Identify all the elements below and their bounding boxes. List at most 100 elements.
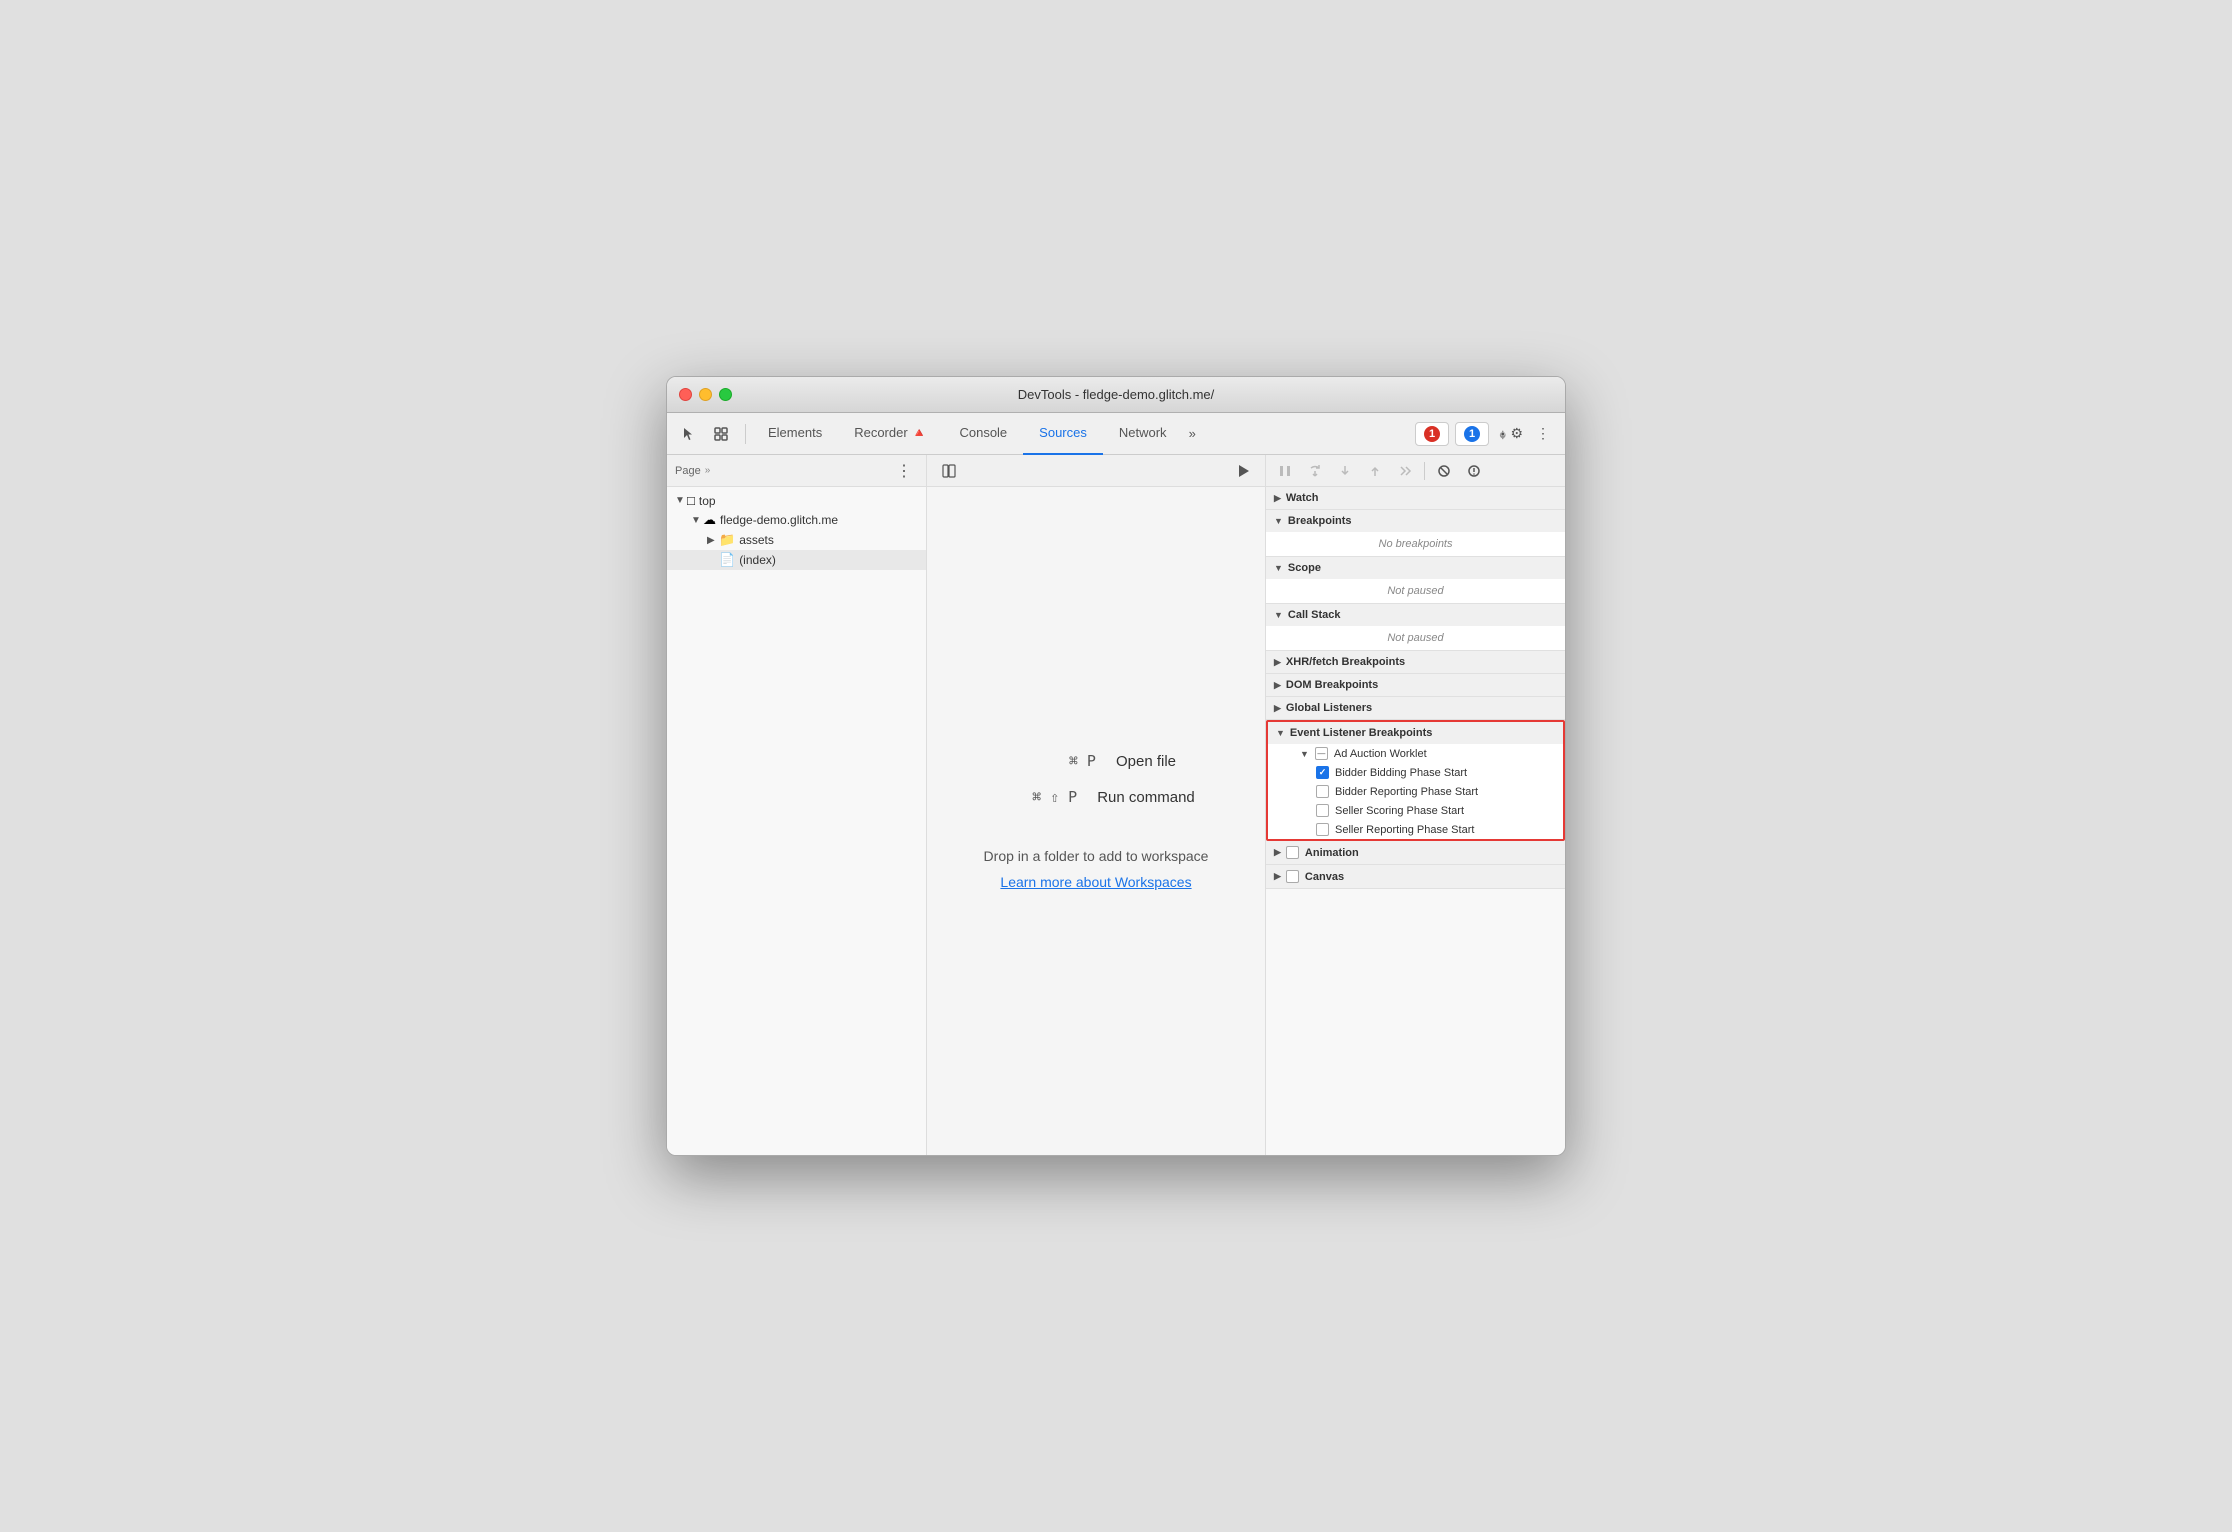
shortcut-key-1: ⌘ P	[1016, 752, 1096, 770]
panel-actions: ⋮	[890, 457, 918, 485]
group-label: Ad Auction Worklet	[1334, 748, 1427, 760]
tree-label-top: top	[699, 494, 716, 508]
elb-checkbox-bidder-reporting[interactable]	[1316, 785, 1329, 798]
tab-sources[interactable]: Sources	[1023, 413, 1103, 455]
section-global-listeners: ▶ Global Listeners	[1266, 697, 1565, 720]
animation-checkbox[interactable]	[1286, 846, 1299, 859]
xhr-arrow-icon: ▶	[1274, 657, 1281, 668]
pause-btn[interactable]	[1272, 458, 1298, 484]
run-btn[interactable]	[1229, 457, 1257, 485]
elb-item-seller-reporting[interactable]: Seller Reporting Phase Start	[1268, 820, 1563, 839]
deactivate-btn[interactable]	[1431, 458, 1457, 484]
error-count-badge: 1	[1424, 426, 1440, 442]
file-icon: 📄	[719, 552, 735, 568]
group-ad-auction[interactable]: ▼ Ad Auction Worklet	[1268, 744, 1563, 763]
elb-checkbox-bidder-bidding[interactable]	[1316, 766, 1329, 779]
section-canvas-header[interactable]: ▶ Canvas	[1266, 865, 1565, 888]
tree-item-index[interactable]: ▶ 📄 (index)	[667, 550, 926, 570]
scope-arrow-icon: ▼	[1274, 563, 1283, 573]
elb-item-bidder-reporting[interactable]: Bidder Reporting Phase Start	[1268, 782, 1563, 801]
canvas-label: Canvas	[1305, 871, 1344, 883]
error-badge-button[interactable]: 1	[1415, 422, 1449, 446]
call-stack-body: Not paused	[1266, 626, 1565, 650]
section-scope-header[interactable]: ▼ Scope	[1266, 557, 1565, 579]
folder-blue-icon: 📁	[719, 532, 735, 548]
middle-panel: ⌘ P Open file ⌘ ⇧ P Run command Drop in …	[927, 455, 1265, 1155]
left-panel: Page » ⋮ ▼ □ top ▼ ☁ fledge-demo.glitch.…	[667, 455, 927, 1155]
elb-label: Event Listener Breakpoints	[1290, 727, 1432, 739]
section-call-stack: ▼ Call Stack Not paused	[1266, 604, 1565, 651]
info-count-badge: 1	[1464, 426, 1480, 442]
shortcut-desc-2: Run command	[1097, 789, 1195, 806]
elb-checkbox-seller-scoring[interactable]	[1316, 804, 1329, 817]
shortcut-row-2: ⌘ ⇧ P Run command	[997, 788, 1195, 806]
pause-exception-btn[interactable]	[1461, 458, 1487, 484]
cursor-icon-btn[interactable]	[675, 420, 703, 448]
title-bar: DevTools - fledge-demo.glitch.me/	[667, 377, 1565, 413]
step-out-btn[interactable]	[1362, 458, 1388, 484]
global-label: Global Listeners	[1286, 702, 1372, 714]
file-tree: ▼ □ top ▼ ☁ fledge-demo.glitch.me ▶ 📁 as…	[667, 487, 926, 1155]
tab-console[interactable]: Console	[943, 413, 1023, 455]
panel-title: Page	[675, 465, 701, 477]
section-xhr-fetch: ▶ XHR/fetch Breakpoints	[1266, 651, 1565, 674]
watch-label: Watch	[1286, 492, 1319, 504]
tab-recorder[interactable]: Recorder 🔺	[838, 413, 943, 455]
section-dom-header[interactable]: ▶ DOM Breakpoints	[1266, 674, 1565, 696]
elb-item-seller-scoring[interactable]: Seller Scoring Phase Start	[1268, 801, 1563, 820]
section-elb-header[interactable]: ▼ Event Listener Breakpoints	[1268, 722, 1563, 744]
elb-arrow-icon: ▼	[1276, 728, 1285, 738]
elb-checkbox-seller-reporting[interactable]	[1316, 823, 1329, 836]
more-tabs-button[interactable]: »	[1183, 423, 1202, 444]
section-call-stack-header[interactable]: ▼ Call Stack	[1266, 604, 1565, 626]
middle-content: ⌘ P Open file ⌘ ⇧ P Run command Drop in …	[927, 487, 1265, 1155]
section-breakpoints-header[interactable]: ▼ Breakpoints	[1266, 510, 1565, 532]
tree-arrow-fledge[interactable]: ▼	[691, 515, 703, 526]
tab-bar: Elements Recorder 🔺 Console Sources Netw…	[752, 413, 1415, 455]
panel-chevron[interactable]: »	[705, 465, 711, 476]
info-badge-button[interactable]: 1	[1455, 422, 1489, 446]
tab-elements[interactable]: Elements	[752, 413, 838, 455]
tree-label-index: (index)	[739, 553, 776, 567]
dom-arrow-icon: ▶	[1274, 680, 1281, 691]
step-into-btn[interactable]	[1332, 458, 1358, 484]
minimize-button[interactable]	[699, 388, 712, 401]
group-collapse-icon[interactable]: ▼	[1300, 749, 1309, 759]
elb-label-seller-reporting: Seller Reporting Phase Start	[1335, 824, 1474, 836]
elb-item-bidder-bidding[interactable]: Bidder Bidding Phase Start	[1268, 763, 1563, 782]
close-button[interactable]	[679, 388, 692, 401]
step-over-btn[interactable]	[1302, 458, 1328, 484]
section-event-listener-breakpoints: ▼ Event Listener Breakpoints ▼ Ad Auctio…	[1266, 720, 1565, 841]
tab-network[interactable]: Network	[1103, 413, 1183, 455]
middle-toolbar	[927, 455, 1265, 487]
tree-item-assets[interactable]: ▶ 📁 assets	[667, 530, 926, 550]
dom-label: DOM Breakpoints	[1286, 679, 1378, 691]
maximize-button[interactable]	[719, 388, 732, 401]
section-animation-header[interactable]: ▶ Animation	[1266, 841, 1565, 864]
scope-body: Not paused	[1266, 579, 1565, 603]
inspect-icon-btn[interactable]	[707, 420, 735, 448]
breakpoints-arrow-icon: ▼	[1274, 516, 1283, 526]
section-xhr-header[interactable]: ▶ XHR/fetch Breakpoints	[1266, 651, 1565, 673]
settings-icon-btn[interactable]: ⚙	[1495, 420, 1523, 448]
panel-more-btn[interactable]: ⋮	[890, 457, 918, 485]
workspace-link[interactable]: Learn more about Workspaces	[984, 874, 1209, 890]
more-options-icon-btn[interactable]: ⋮	[1529, 420, 1557, 448]
window-title: DevTools - fledge-demo.glitch.me/	[1018, 387, 1215, 402]
collapse-left-btn[interactable]	[935, 457, 963, 485]
canvas-checkbox[interactable]	[1286, 870, 1299, 883]
section-watch-header[interactable]: ▶ Watch	[1266, 487, 1565, 509]
group-partial-checkbox[interactable]	[1315, 747, 1328, 760]
call-stack-arrow-icon: ▼	[1274, 610, 1283, 620]
toolbar: Elements Recorder 🔺 Console Sources Netw…	[667, 413, 1565, 455]
section-global-header[interactable]: ▶ Global Listeners	[1266, 697, 1565, 719]
scope-label: Scope	[1288, 562, 1321, 574]
tree-item-fledge[interactable]: ▼ ☁ fledge-demo.glitch.me	[667, 510, 926, 530]
tree-arrow-top[interactable]: ▼	[675, 495, 687, 506]
section-dom-breakpoints: ▶ DOM Breakpoints	[1266, 674, 1565, 697]
main-content: Page » ⋮ ▼ □ top ▼ ☁ fledge-demo.glitch.…	[667, 455, 1565, 1155]
tree-arrow-assets[interactable]: ▶	[707, 535, 719, 546]
step-btn[interactable]	[1392, 458, 1418, 484]
section-animation: ▶ Animation	[1266, 841, 1565, 865]
tree-item-top[interactable]: ▼ □ top	[667, 491, 926, 510]
